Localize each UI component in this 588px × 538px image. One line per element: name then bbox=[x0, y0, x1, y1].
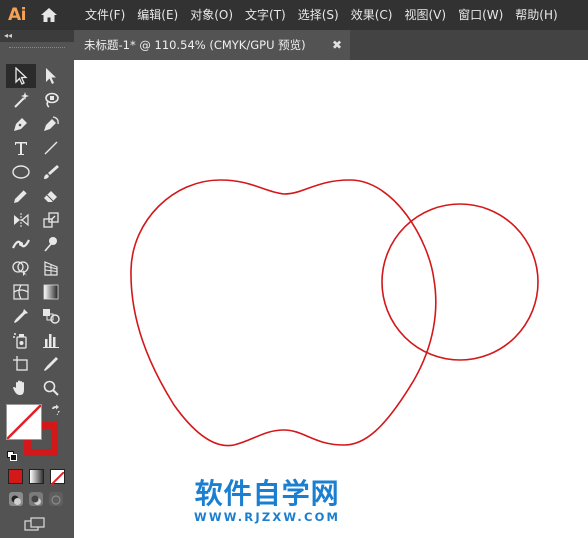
default-colors-icon[interactable] bbox=[7, 446, 17, 461]
paintbrush-tool-icon[interactable] bbox=[36, 160, 66, 184]
mesh-tool-icon[interactable] bbox=[6, 280, 36, 304]
tool-row bbox=[6, 256, 66, 280]
tool-row bbox=[6, 64, 66, 88]
menu-window[interactable]: 窗口(W) bbox=[452, 0, 509, 30]
pen-tool-icon[interactable] bbox=[6, 112, 36, 136]
color-mode-button[interactable] bbox=[8, 469, 23, 484]
tool-row bbox=[6, 88, 66, 112]
perspective-grid-tool-icon[interactable] bbox=[36, 256, 66, 280]
draw-normal-icon[interactable] bbox=[9, 492, 23, 506]
tool-row bbox=[6, 136, 66, 160]
home-icon[interactable] bbox=[34, 0, 64, 30]
menu-type[interactable]: 文字(T) bbox=[239, 0, 292, 30]
gradient-tool-icon[interactable] bbox=[36, 280, 66, 304]
tool-row bbox=[6, 184, 66, 208]
menu-object[interactable]: 对象(O) bbox=[184, 0, 239, 30]
watermark: 软件自学网 WWW.RJZXW.COM bbox=[194, 472, 340, 524]
app-logo: Ai bbox=[8, 5, 26, 25]
scale-tool-icon[interactable] bbox=[36, 208, 66, 232]
watermark-url: WWW.RJZXW.COM bbox=[194, 510, 341, 524]
reflect-tool-icon[interactable] bbox=[6, 208, 36, 232]
apple-shape[interactable] bbox=[130, 179, 437, 447]
document-tab-title: 未标题-1* @ 110.54% (CMYK/GPU 预览) bbox=[84, 38, 306, 52]
artboard-canvas[interactable]: 软件自学网 WWW.RJZXW.COM bbox=[74, 60, 588, 538]
menu-bar: Ai 文件(F) 编辑(E) 对象(O) 文字(T) 选择(S) 效果(C) 视… bbox=[0, 0, 588, 30]
artwork bbox=[130, 179, 539, 447]
ellipse-tool-icon[interactable] bbox=[6, 160, 36, 184]
selection-tool-icon[interactable] bbox=[6, 64, 36, 88]
panel-grip[interactable] bbox=[0, 42, 74, 54]
line-segment-tool-icon[interactable] bbox=[36, 136, 66, 160]
menu-select[interactable]: 选择(S) bbox=[292, 0, 345, 30]
magic-wand-tool-icon[interactable] bbox=[6, 88, 36, 112]
tool-row bbox=[6, 232, 66, 256]
watermark-title: 软件自学网 bbox=[194, 477, 340, 510]
shaper-tool-icon[interactable] bbox=[6, 184, 36, 208]
menu-effect[interactable]: 效果(C) bbox=[345, 0, 399, 30]
symbol-sprayer-tool-icon[interactable] bbox=[6, 328, 36, 352]
document-tab-strip: 未标题-1* @ 110.54% (CMYK/GPU 预览) ✖ bbox=[74, 30, 588, 60]
tool-row bbox=[6, 112, 66, 136]
puppet-warp-tool-icon[interactable] bbox=[36, 232, 66, 256]
tool-row bbox=[6, 280, 66, 304]
collapse-panel-icon[interactable]: ◂◂ bbox=[4, 31, 12, 40]
curvature-tool-icon[interactable] bbox=[36, 112, 66, 136]
document-tab[interactable]: 未标题-1* @ 110.54% (CMYK/GPU 预览) ✖ bbox=[74, 30, 350, 60]
tools-panel: ◂◂ bbox=[0, 30, 74, 538]
artboard-tool-icon[interactable] bbox=[6, 352, 36, 376]
tool-row bbox=[6, 328, 66, 352]
fill-color-swatch[interactable] bbox=[6, 404, 42, 440]
tools-panel-header: ◂◂ bbox=[0, 30, 74, 42]
tool-row bbox=[6, 208, 66, 232]
menu-help[interactable]: 帮助(H) bbox=[509, 0, 563, 30]
slice-tool-icon[interactable] bbox=[36, 352, 66, 376]
direct-selection-tool-icon[interactable] bbox=[36, 64, 66, 88]
blend-tool-icon[interactable] bbox=[36, 304, 66, 328]
close-icon[interactable]: ✖ bbox=[332, 38, 342, 52]
width-tool-icon[interactable] bbox=[6, 232, 36, 256]
eraser-tool-icon[interactable] bbox=[36, 184, 66, 208]
tool-row bbox=[6, 352, 66, 376]
screen-mode-icon[interactable] bbox=[24, 516, 46, 531]
menu-view[interactable]: 视图(V) bbox=[398, 0, 452, 30]
column-graph-tool-icon[interactable] bbox=[36, 328, 66, 352]
menu-file[interactable]: 文件(F) bbox=[79, 0, 131, 30]
draw-inside-icon[interactable] bbox=[49, 492, 63, 506]
circle-shape[interactable] bbox=[381, 203, 539, 361]
menu-edit[interactable]: 编辑(E) bbox=[131, 0, 184, 30]
lasso-tool-icon[interactable] bbox=[36, 88, 66, 112]
draw-behind-icon[interactable] bbox=[29, 492, 43, 506]
tool-row bbox=[6, 304, 66, 328]
tool-row bbox=[6, 160, 66, 184]
type-tool-icon[interactable] bbox=[6, 136, 36, 160]
swap-fill-stroke-icon[interactable] bbox=[50, 404, 62, 419]
shape-builder-tool-icon[interactable] bbox=[6, 256, 36, 280]
eyedropper-tool-icon[interactable] bbox=[6, 304, 36, 328]
menu-items: 文件(F) 编辑(E) 对象(O) 文字(T) 选择(S) 效果(C) 视图(V… bbox=[79, 0, 564, 30]
zoom-tool-icon[interactable] bbox=[36, 376, 66, 400]
tool-row bbox=[6, 376, 66, 400]
gradient-mode-button[interactable] bbox=[29, 469, 44, 484]
hand-tool-icon[interactable] bbox=[6, 376, 36, 400]
none-mode-button[interactable] bbox=[50, 469, 65, 486]
